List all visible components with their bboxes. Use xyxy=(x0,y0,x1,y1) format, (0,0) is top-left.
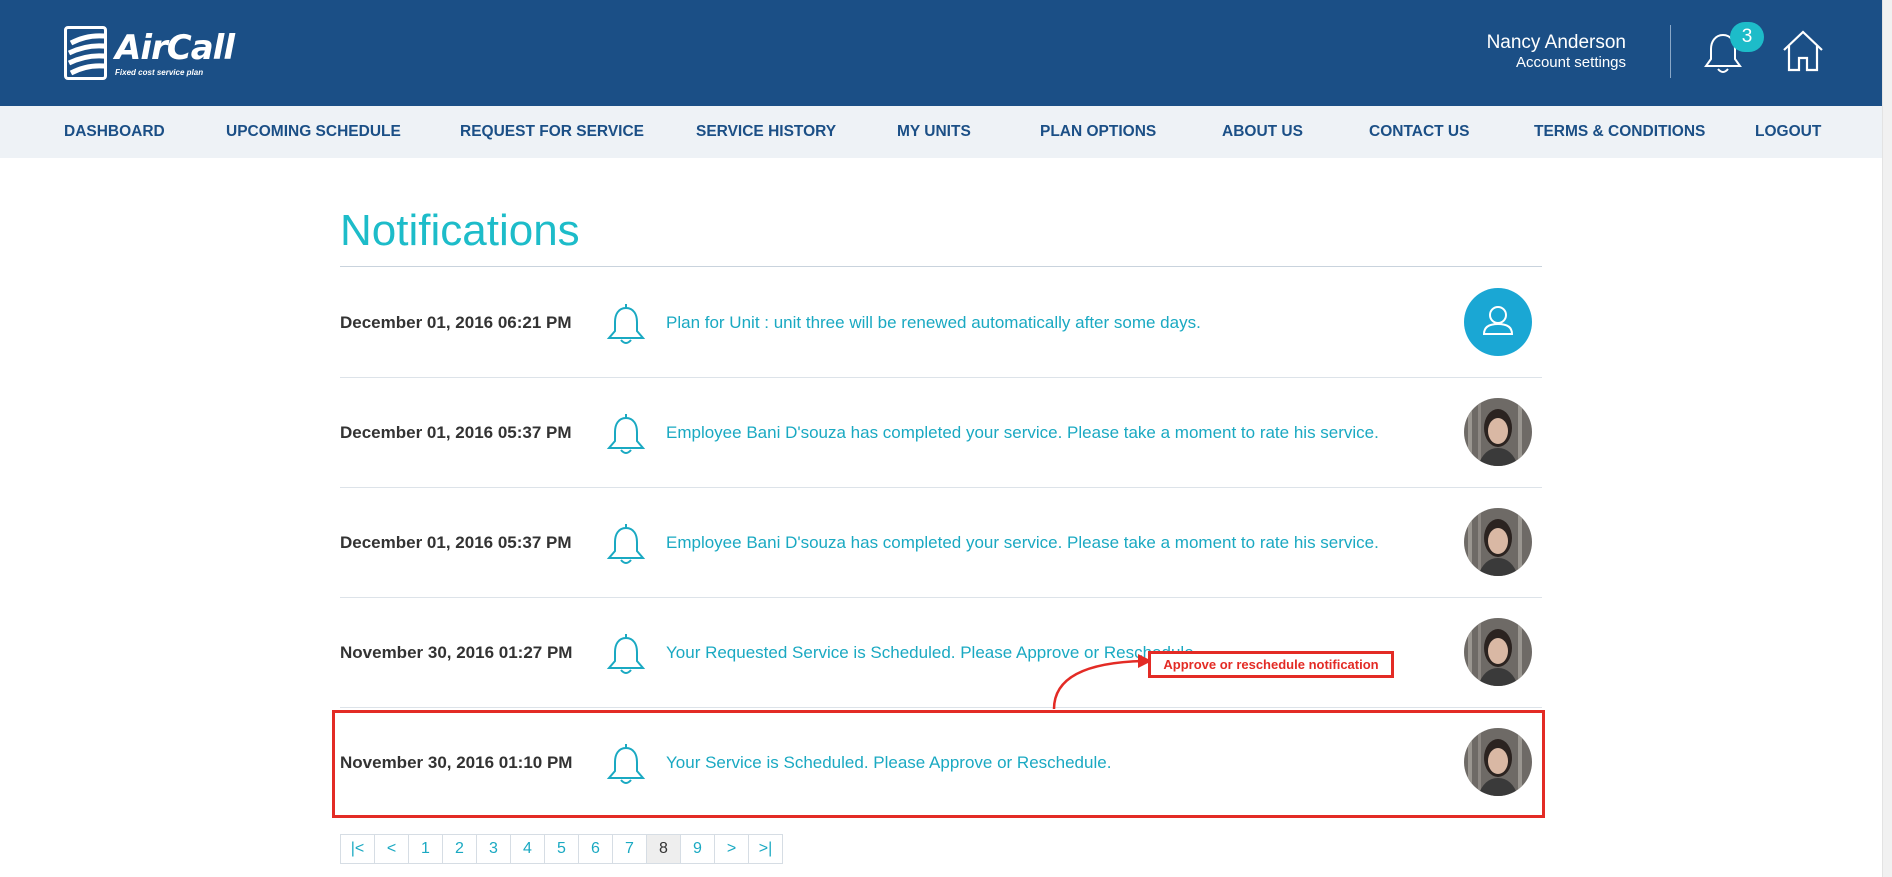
nav-dashboard[interactable]: DASHBOARD xyxy=(64,106,165,158)
annotation-callout: Approve or reschedule notification xyxy=(1148,651,1394,678)
account-settings-link[interactable]: Account settings xyxy=(1487,54,1626,72)
notification-message[interactable]: Plan for Unit : unit three will be renew… xyxy=(666,268,1201,378)
employee-photo-avatar xyxy=(1464,508,1532,576)
annotation-highlight-box xyxy=(332,710,1545,818)
page-button[interactable]: 5 xyxy=(544,834,579,864)
bell-icon xyxy=(604,632,648,676)
main-nav: DASHBOARD UPCOMING SCHEDULE REQUEST FOR … xyxy=(0,106,1882,158)
page-button[interactable]: 4 xyxy=(510,834,545,864)
page-first-button[interactable]: |< xyxy=(340,834,375,864)
logo-tagline: Fixed cost service plan xyxy=(115,67,204,77)
page-button[interactable]: 3 xyxy=(476,834,511,864)
nav-terms-conditions[interactable]: TERMS & CONDITIONS xyxy=(1534,106,1705,158)
nav-contact-us[interactable]: CONTACT US xyxy=(1369,106,1469,158)
bell-icon xyxy=(604,522,648,566)
title-divider xyxy=(340,266,1542,267)
page-next-button[interactable]: > xyxy=(714,834,749,864)
notification-message[interactable]: Employee Bani D'souza has completed your… xyxy=(666,378,1379,488)
page-button[interactable]: 1 xyxy=(408,834,443,864)
page-button[interactable]: 7 xyxy=(612,834,647,864)
logo-name: AirCall xyxy=(115,27,235,68)
notification-date: December 01, 2016 06:21 PM xyxy=(340,313,572,332)
notification-date: December 01, 2016 05:37 PM xyxy=(340,423,572,442)
page-button[interactable]: 9 xyxy=(680,834,715,864)
user-menu[interactable]: Nancy Anderson Account settings xyxy=(1487,32,1626,72)
page-last-button[interactable]: >| xyxy=(748,834,783,864)
nav-service-history[interactable]: SERVICE HISTORY xyxy=(696,106,836,158)
notification-row[interactable]: December 01, 2016 05:37 PM Employee Bani… xyxy=(340,378,1542,488)
annotation-arrow-icon xyxy=(1052,654,1152,710)
bell-icon xyxy=(604,412,648,456)
header-divider xyxy=(1670,25,1671,78)
nav-logout[interactable]: LOGOUT xyxy=(1755,106,1821,158)
aircall-logo[interactable]: AirCall Fixed cost service plan xyxy=(64,24,235,82)
notification-date: November 30, 2016 01:27 PM xyxy=(340,643,573,662)
page-button-current[interactable]: 8 xyxy=(646,834,681,864)
logo-mark-icon xyxy=(64,26,108,80)
vertical-scrollbar[interactable] xyxy=(1882,0,1892,877)
employee-photo-avatar xyxy=(1464,398,1532,466)
notification-row[interactable]: December 01, 2016 06:21 PM Plan for Unit… xyxy=(340,268,1542,378)
nav-request-for-service[interactable]: REQUEST FOR SERVICE xyxy=(460,106,644,158)
notification-row[interactable]: December 01, 2016 05:37 PM Employee Bani… xyxy=(340,488,1542,598)
notification-count-badge: 3 xyxy=(1730,22,1764,52)
employee-photo-avatar xyxy=(1464,618,1532,686)
top-header: AirCall Fixed cost service plan Nancy An… xyxy=(0,0,1882,106)
nav-upcoming-schedule[interactable]: UPCOMING SCHEDULE xyxy=(226,106,401,158)
user-name: Nancy Anderson xyxy=(1486,32,1626,53)
notification-message[interactable]: Employee Bani D'souza has completed your… xyxy=(666,488,1379,598)
nav-my-units[interactable]: MY UNITS xyxy=(897,106,971,158)
user-avatar-icon xyxy=(1464,288,1532,356)
page-button[interactable]: 6 xyxy=(578,834,613,864)
nav-about-us[interactable]: ABOUT US xyxy=(1222,106,1303,158)
nav-plan-options[interactable]: PLAN OPTIONS xyxy=(1040,106,1156,158)
home-icon[interactable] xyxy=(1780,28,1826,74)
bell-icon xyxy=(604,302,648,346)
page-button[interactable]: 2 xyxy=(442,834,477,864)
page-prev-button[interactable]: < xyxy=(374,834,409,864)
pagination: |< < 1 2 3 4 5 6 7 8 9 > >| xyxy=(340,834,783,864)
notification-date: December 01, 2016 05:37 PM xyxy=(340,533,572,552)
page-title: Notifications xyxy=(340,206,580,255)
